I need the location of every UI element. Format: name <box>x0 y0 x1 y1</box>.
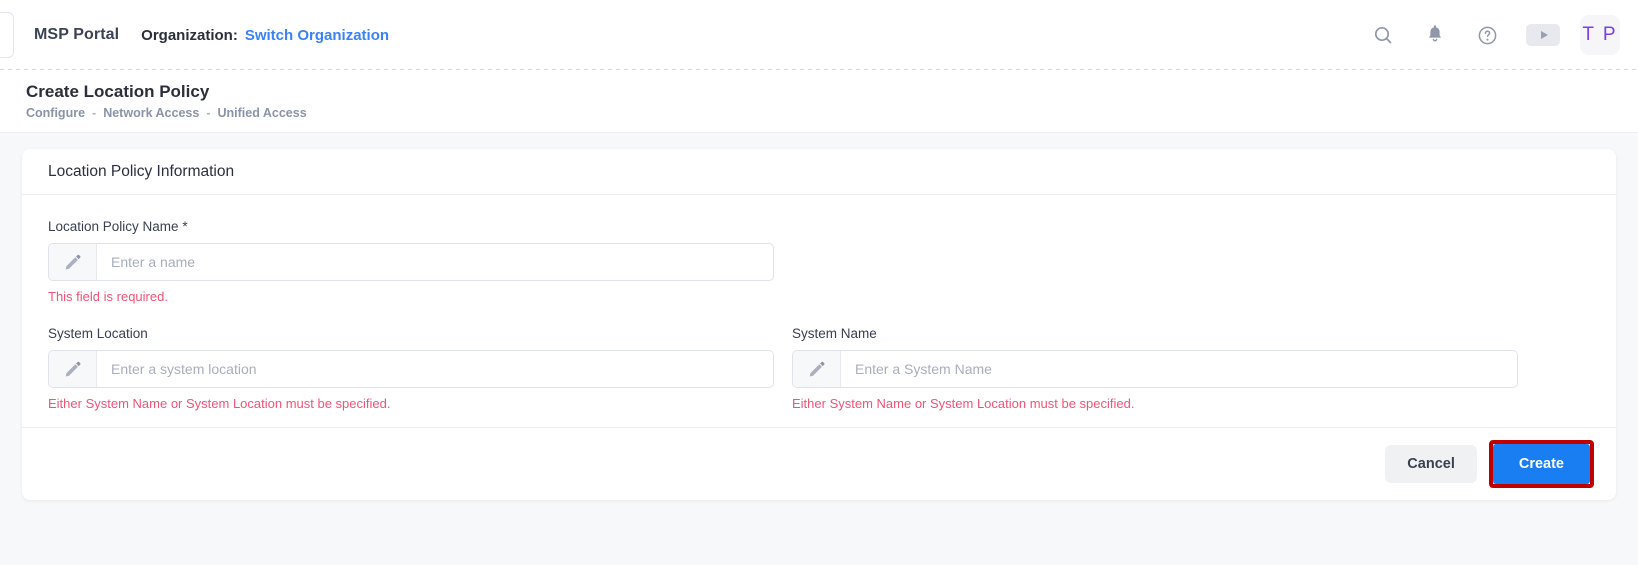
error-system-location: Either System Name or System Location mu… <box>48 396 774 411</box>
page-heading-section: Create Location Policy Configure - Netwo… <box>0 70 1638 133</box>
pencil-icon <box>49 351 97 387</box>
search-icon[interactable] <box>1370 22 1396 48</box>
location-policy-card: Location Policy Information Location Pol… <box>22 149 1616 500</box>
field-location-policy-name: Location Policy Name * This field is req… <box>48 219 774 304</box>
create-button-highlight: Create <box>1489 440 1594 488</box>
play-icon[interactable] <box>1526 24 1560 46</box>
bell-icon[interactable] <box>1422 22 1448 48</box>
organization-switcher: Organization: Switch Organization <box>141 27 389 44</box>
input-shell-location-policy-name[interactable] <box>48 243 774 281</box>
create-button[interactable]: Create <box>1493 444 1590 484</box>
card-footer: Cancel Create <box>22 427 1616 500</box>
page-title: Create Location Policy <box>26 80 1638 104</box>
label-system-name: System Name <box>792 326 1518 341</box>
avatar[interactable]: T P <box>1580 15 1620 55</box>
breadcrumb: Configure - Network Access - Unified Acc… <box>26 106 1638 120</box>
header-icon-group <box>1370 22 1560 48</box>
cancel-button[interactable]: Cancel <box>1385 445 1477 483</box>
sidebar-collapse-tab[interactable] <box>0 12 14 58</box>
play-triangle <box>1541 31 1548 39</box>
top-header-bar: MSP Portal Organization: Switch Organiza… <box>0 0 1638 70</box>
main-content: Location Policy Information Location Pol… <box>0 133 1638 565</box>
breadcrumb-item-unified-access[interactable]: Unified Access <box>218 106 307 120</box>
breadcrumb-separator-2: - <box>206 106 210 120</box>
card-header-title: Location Policy Information <box>22 149 1616 195</box>
input-shell-system-name[interactable] <box>792 350 1518 388</box>
card-body: Location Policy Name * This field is req… <box>22 195 1616 427</box>
pencil-icon <box>793 351 841 387</box>
error-system-name: Either System Name or System Location mu… <box>792 396 1518 411</box>
pencil-icon <box>49 244 97 280</box>
label-system-location: System Location <box>48 326 774 341</box>
input-system-location[interactable] <box>97 351 773 387</box>
field-system-name: System Name Either System Name or System… <box>792 326 1518 411</box>
breadcrumb-item-configure[interactable]: Configure <box>26 106 85 120</box>
input-system-name[interactable] <box>841 351 1517 387</box>
brand-title: MSP Portal <box>34 26 119 44</box>
breadcrumb-item-network-access[interactable]: Network Access <box>103 106 199 120</box>
organization-label: Organization: <box>141 27 238 44</box>
switch-organization-link[interactable]: Switch Organization <box>245 27 389 44</box>
field-system-location: System Location Either System Name or Sy… <box>48 326 774 411</box>
input-location-policy-name[interactable] <box>97 244 773 280</box>
label-location-policy-name: Location Policy Name * <box>48 219 774 234</box>
input-shell-system-location[interactable] <box>48 350 774 388</box>
help-circle-icon[interactable] <box>1474 22 1500 48</box>
error-location-policy-name: This field is required. <box>48 289 774 304</box>
breadcrumb-separator-1: - <box>92 106 96 120</box>
field-row-location-and-name: System Location Either System Name or Sy… <box>48 326 1590 411</box>
